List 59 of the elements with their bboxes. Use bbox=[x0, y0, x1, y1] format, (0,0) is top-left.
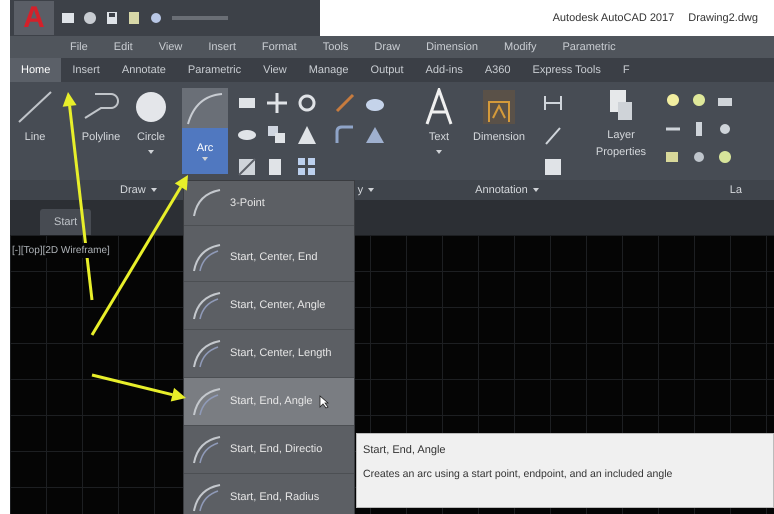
tool-label[interactable]: Text bbox=[428, 129, 450, 146]
document-title: Drawing2.dwg bbox=[688, 10, 758, 26]
menu-item[interactable]: Start, Center, End bbox=[184, 234, 354, 282]
caret-icon bbox=[201, 156, 209, 162]
arc-icon[interactable] bbox=[182, 88, 228, 128]
ribbon-tab[interactable]: Annotate bbox=[110, 58, 177, 82]
menu-item[interactable]: Start, End, Directio bbox=[184, 426, 354, 474]
fillet-icon[interactable] bbox=[334, 124, 356, 146]
ribbon-tab[interactable]: Parametric bbox=[176, 58, 252, 82]
new-file-icon[interactable] bbox=[60, 10, 76, 26]
menu-item[interactable]: Start, End, Radius bbox=[184, 474, 354, 514]
caret-icon[interactable] bbox=[532, 187, 540, 193]
tool-label[interactable]: Circle bbox=[136, 129, 166, 146]
menu-item[interactable]: Format bbox=[262, 38, 297, 56]
ribbon-tab[interactable]: A360 bbox=[474, 58, 522, 82]
tooltip-description: Creates an arc using a start point, endpoint, and an included angle bbox=[363, 466, 674, 482]
caret-icon[interactable] bbox=[435, 148, 443, 154]
menu-item[interactable]: Modify bbox=[504, 38, 536, 56]
app-title: Autodesk AutoCAD 2017 bbox=[552, 10, 674, 26]
menu-item[interactable]: Edit bbox=[114, 38, 133, 56]
caret-icon[interactable] bbox=[147, 148, 155, 154]
panel-title[interactable]: Draw bbox=[120, 182, 146, 198]
move-icon[interactable] bbox=[266, 92, 288, 114]
ribbon-tab[interactable]: Home bbox=[10, 58, 62, 82]
menu-item[interactable]: Parametric bbox=[562, 38, 616, 56]
menu-item[interactable]: View bbox=[158, 38, 182, 56]
tool-label[interactable]: Line bbox=[24, 129, 46, 146]
panel-title[interactable]: La bbox=[730, 182, 742, 198]
ribbon-tab[interactable]: Insert bbox=[61, 58, 111, 82]
ribbon-tab[interactable]: Add-ins bbox=[414, 58, 474, 82]
cursor-icon bbox=[318, 394, 329, 408]
ribbon-tab[interactable]: Output bbox=[360, 58, 415, 82]
menu-item[interactable]: Insert bbox=[208, 38, 236, 56]
tooltip-title: Start, End, Angle bbox=[363, 443, 447, 458]
menu-item[interactable]: Draw bbox=[374, 38, 400, 56]
viewport-label[interactable]: [-][Top][2D Wireframe] bbox=[12, 243, 110, 258]
menu-item[interactable]: File bbox=[70, 38, 88, 56]
copy-icon[interactable] bbox=[266, 124, 288, 146]
ribbon-tab[interactable]: View bbox=[252, 58, 298, 82]
menu-item[interactable]: Start, End, Angle bbox=[184, 378, 354, 426]
menu-item[interactable]: Tools bbox=[322, 38, 348, 56]
menu-item[interactable]: Start, Center, Angle bbox=[184, 282, 354, 330]
hatch-icon[interactable] bbox=[236, 156, 258, 178]
caret-icon[interactable] bbox=[150, 187, 158, 193]
file-tab[interactable]: Start bbox=[40, 208, 92, 235]
ribbon-tab[interactable]: Manage bbox=[298, 58, 360, 82]
panel-title[interactable]: Annotation bbox=[475, 182, 528, 198]
save-icon[interactable] bbox=[104, 10, 120, 26]
ribbon-tab[interactable]: Express Tools bbox=[522, 58, 612, 82]
tool-label[interactable]: Polyline bbox=[82, 129, 120, 146]
caret-icon[interactable] bbox=[367, 187, 376, 193]
tool-label[interactable]: Dimension bbox=[473, 129, 525, 146]
triangle-icon[interactable] bbox=[296, 124, 318, 146]
ribbon-tab[interactable]: F bbox=[612, 58, 641, 82]
panel-title[interactable]: y bbox=[358, 182, 364, 198]
array-icon[interactable] bbox=[296, 156, 318, 178]
arc-button[interactable]: Arc bbox=[182, 128, 228, 174]
tool-label[interactable]: Layer Properties bbox=[586, 127, 656, 160]
menu-item[interactable]: Dimension bbox=[426, 38, 478, 56]
